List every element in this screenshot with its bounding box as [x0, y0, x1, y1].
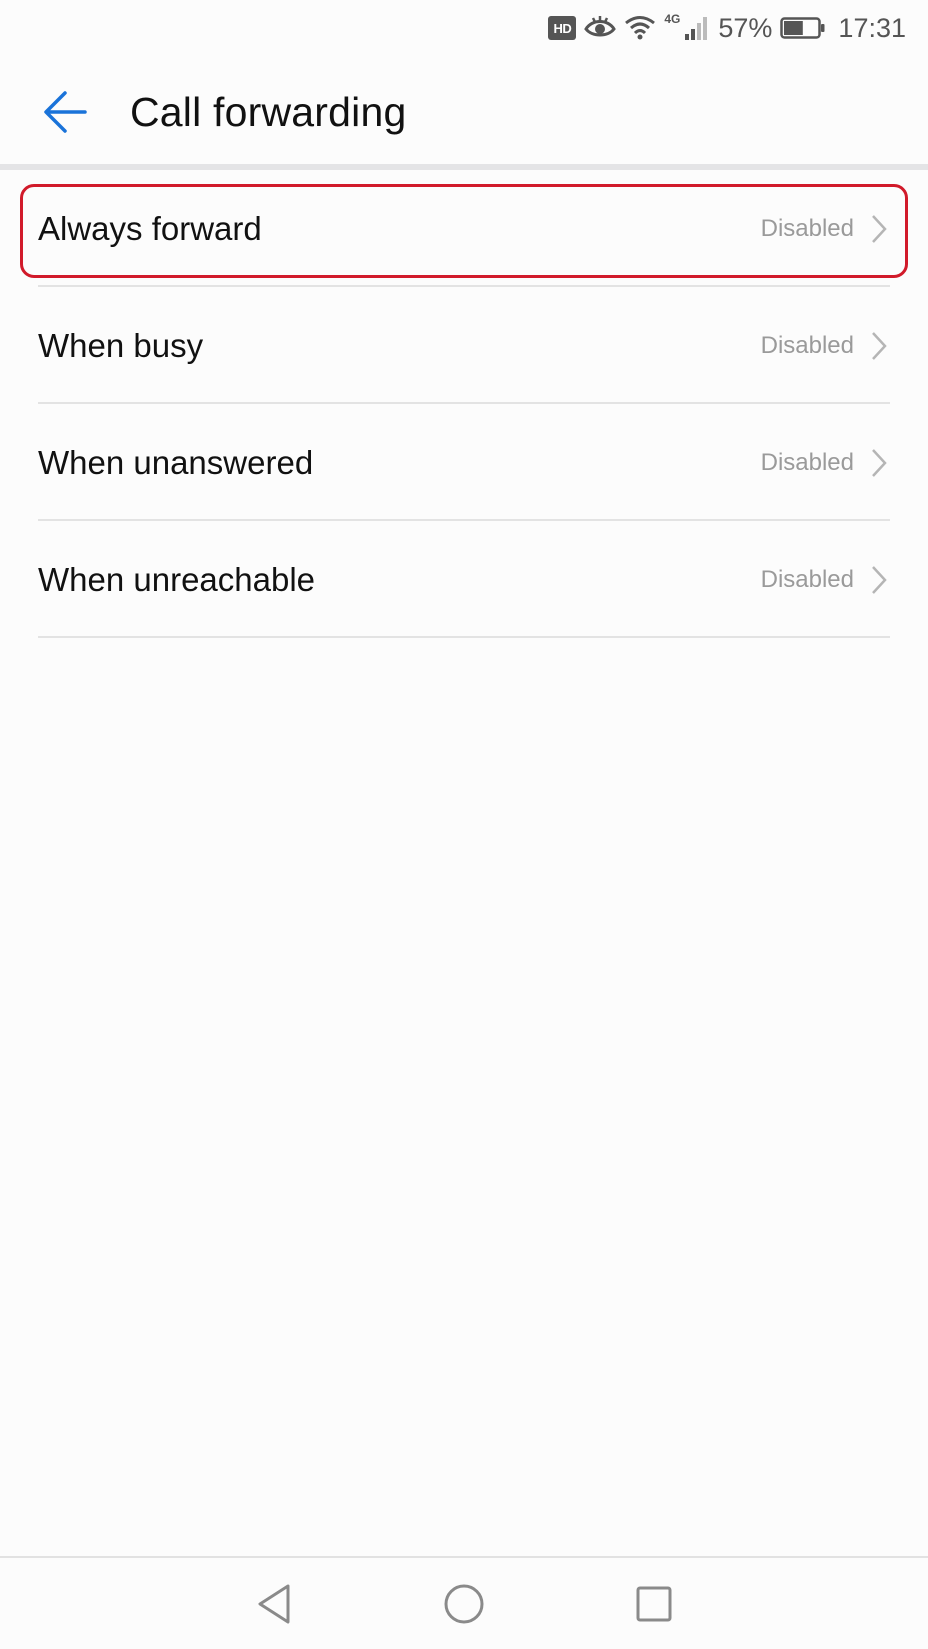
list-item-when-unreachable[interactable]: When unreachable Disabled [0, 521, 928, 638]
navigation-bar [0, 1558, 928, 1649]
back-button[interactable] [34, 81, 96, 143]
battery-percent: 57% [718, 12, 773, 43]
hd-icon: HD [548, 16, 577, 40]
call-forwarding-list: Always forward Disabled When busy Disabl… [0, 170, 928, 638]
list-item-when-unanswered[interactable]: When unanswered Disabled [0, 404, 928, 521]
chevron-right-icon [870, 331, 888, 361]
battery-icon [780, 15, 826, 41]
page-title: Call forwarding [130, 88, 407, 135]
item-label: When unanswered [38, 443, 314, 481]
item-label: When busy [38, 326, 204, 364]
network-type-label: 4G [664, 12, 681, 26]
item-status: Disabled [760, 565, 854, 593]
recents-square-icon [636, 1586, 672, 1621]
row-divider [38, 636, 890, 638]
item-status: Disabled [760, 448, 854, 476]
item-label: When unreachable [38, 560, 316, 598]
signal-icon [684, 15, 710, 41]
chevron-right-icon [870, 448, 888, 478]
list-item-always-forward[interactable]: Always forward Disabled [0, 170, 928, 287]
chevron-right-icon [870, 565, 888, 595]
wifi-icon [624, 15, 656, 41]
back-triangle-icon [258, 1584, 290, 1623]
nav-back-button[interactable] [249, 1579, 299, 1629]
home-circle-icon [444, 1584, 484, 1623]
list-item-when-busy[interactable]: When busy Disabled [0, 287, 928, 404]
nav-recents-button[interactable] [629, 1579, 679, 1629]
item-status: Disabled [760, 214, 854, 242]
eye-icon [584, 15, 617, 41]
clock: 17:31 [838, 12, 906, 43]
app-bar: Call forwarding [0, 60, 928, 164]
arrow-left-icon [44, 91, 87, 133]
chevron-right-icon [870, 214, 888, 244]
status-bar: HD 4G 57% 17:31 [0, 0, 928, 56]
screen: HD 4G 57% 17:31 Call forwarding Always f… [0, 0, 928, 1649]
item-label: Always forward [38, 209, 262, 247]
nav-home-button[interactable] [439, 1579, 489, 1629]
item-status: Disabled [760, 331, 854, 359]
